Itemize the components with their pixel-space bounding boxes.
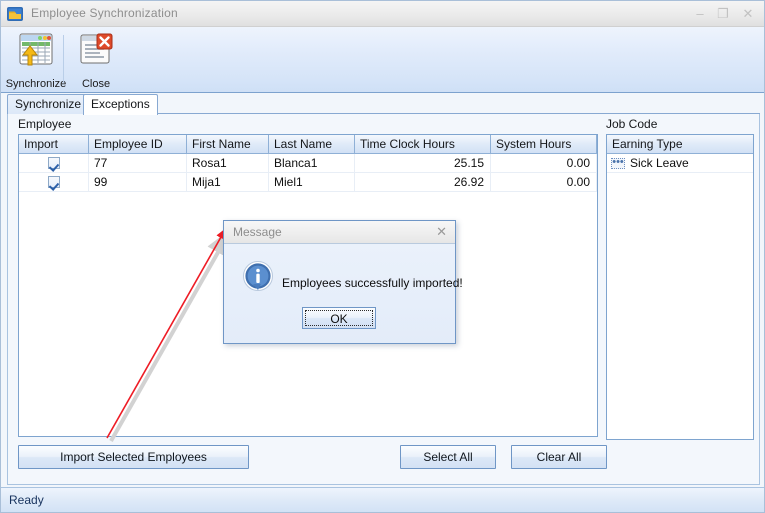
toolbar: Synchronize Close — [1, 27, 764, 93]
folder-icon — [6, 5, 24, 23]
cell-system-hours: 0.00 — [491, 173, 597, 191]
dialog-ok-button[interactable]: OK — [302, 307, 376, 329]
window-title-bar: Employee Synchronization – ❐ ✕ — [1, 1, 764, 27]
row-import-checkbox[interactable] — [19, 173, 89, 191]
tab-strip: Synchronize Exceptions — [7, 94, 760, 115]
close-document-icon — [65, 33, 127, 72]
dialog-message: Employees successfully imported! — [282, 276, 463, 290]
tab-synchronize[interactable]: Synchronize — [7, 94, 90, 114]
status-text: Ready — [9, 493, 44, 507]
synchronize-icon — [5, 33, 67, 72]
select-all-button[interactable]: Select All — [400, 445, 496, 469]
clear-all-button[interactable]: Clear All — [511, 445, 607, 469]
column-header-first-name[interactable]: First Name — [187, 135, 269, 153]
cell-system-hours: 0.00 — [491, 154, 597, 172]
toolbar-close-label: Close — [81, 78, 111, 90]
employee-synchronization-window: Employee Synchronization – ❐ ✕ Synchroni… — [0, 0, 765, 513]
dialog-title-bar: Message ✕ — [224, 221, 455, 244]
cell-last-name: Miel1 — [269, 173, 355, 191]
job-code-group-label: Job Code — [606, 117, 658, 131]
cell-employee-id: 77 — [89, 154, 187, 172]
window-title: Employee Synchronization — [31, 6, 178, 20]
cell-employee-id: 99 — [89, 173, 187, 191]
table-row[interactable]: 99 Mija1 Miel1 26.92 0.00 — [19, 173, 597, 192]
column-header-system-hours[interactable]: System Hours — [491, 135, 597, 153]
cell-time-clock-hours: 25.15 — [355, 154, 491, 172]
checkbox-icon[interactable] — [47, 157, 60, 169]
cell-time-clock-hours: 26.92 — [355, 173, 491, 191]
toolbar-close-button[interactable]: Close — [65, 29, 127, 91]
dialog-title: Message — [233, 225, 282, 239]
info-icon — [241, 260, 275, 303]
import-selected-employees-button[interactable]: Import Selected Employees — [18, 445, 249, 469]
earning-type-label: Sick Leave — [630, 156, 689, 170]
list-item[interactable]: ••• Sick Leave — [607, 154, 753, 173]
tab-exceptions[interactable]: Exceptions — [83, 94, 158, 115]
employee-group-label: Employee — [18, 117, 72, 131]
cell-first-name: Mija1 — [187, 173, 269, 191]
cell-last-name: Blanca1 — [269, 154, 355, 172]
ellipsis-button-icon[interactable]: ••• — [611, 157, 625, 169]
minimize-button[interactable]: – — [692, 7, 708, 21]
dialog-close-icon[interactable]: ✕ — [436, 224, 447, 239]
button-bar: Import Selected Employees Select All Cle… — [18, 445, 754, 475]
close-window-button[interactable]: ✕ — [740, 7, 756, 21]
message-dialog: Message ✕ Employees successfully importe… — [223, 220, 463, 344]
dialog-body: Employees successfully imported! OK — [224, 244, 463, 343]
table-row[interactable]: 77 Rosa1 Blanca1 25.15 0.00 — [19, 154, 597, 173]
column-header-time-clock-hours[interactable]: Time Clock Hours — [355, 135, 491, 153]
column-header-employee-id[interactable]: Employee ID — [89, 135, 187, 153]
job-code-grid: Earning Type ••• Sick Leave — [606, 134, 754, 440]
column-header-earning-type[interactable]: Earning Type — [607, 135, 753, 154]
column-header-last-name[interactable]: Last Name — [269, 135, 355, 153]
toolbar-separator — [63, 35, 64, 83]
toolbar-synchronize-button[interactable]: Synchronize — [5, 29, 67, 91]
checkbox-icon[interactable] — [47, 176, 60, 188]
status-bar: Ready — [1, 487, 764, 512]
row-import-checkbox[interactable] — [19, 154, 89, 172]
column-header-import[interactable]: Import — [19, 135, 89, 153]
toolbar-synchronize-label: Synchronize — [5, 78, 67, 90]
cell-first-name: Rosa1 — [187, 154, 269, 172]
dialog-ok-label: OK — [305, 310, 373, 326]
maximize-button[interactable]: ❐ — [715, 7, 731, 21]
employee-grid-header: Import Employee ID First Name Last Name … — [19, 135, 597, 154]
